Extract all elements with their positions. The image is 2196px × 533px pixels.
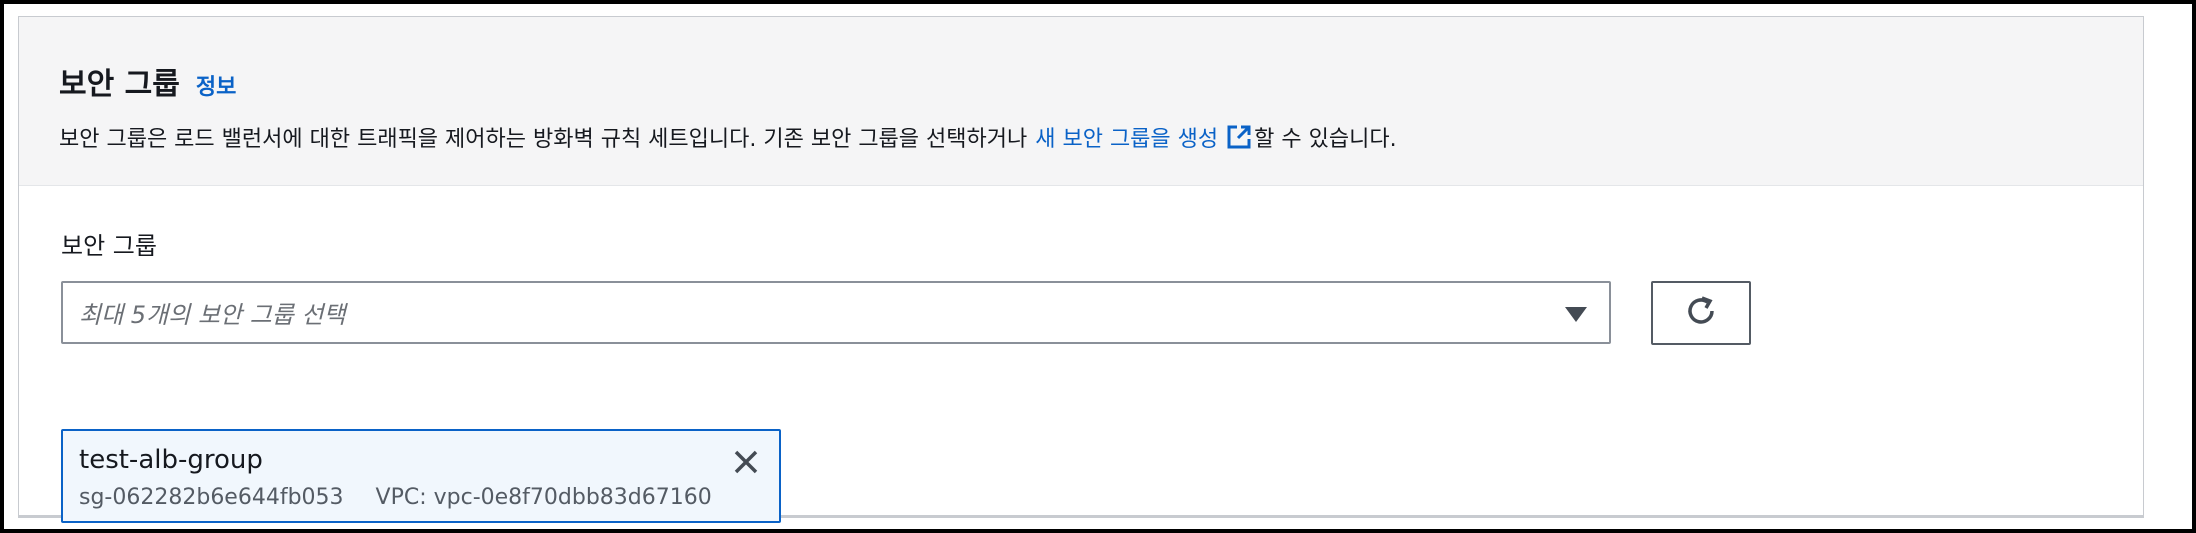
security-group-select[interactable]: 최대 5개의 보안 그룹 선택 (61, 281, 1611, 344)
panel-header: 보안 그룹 정보 보안 그룹은 로드 밸런서에 대한 트래픽을 제어하는 방화벽… (19, 17, 2143, 186)
refresh-icon (1683, 293, 1719, 333)
section-title: 보안 그룹 (59, 67, 180, 102)
section-description: 보안 그룹은 로드 밸런서에 대한 트래픽을 제어하는 방화벽 규칙 세트입니다… (59, 121, 2143, 153)
token-vpc-id: VPC: vpc-0e8f70dbb83d67160 (375, 485, 712, 510)
select-placeholder: 최대 5개의 보안 그룹 선택 (79, 301, 346, 329)
close-icon[interactable] (729, 445, 763, 479)
info-link[interactable]: 정보 (196, 69, 236, 101)
title-row: 보안 그룹 정보 (59, 59, 2143, 103)
description-text: 보안 그룹은 로드 밸런서에 대한 트래픽을 제어하는 방화벽 규칙 세트입니다… (59, 127, 1028, 152)
panel-content: 보안 그룹 최대 5개의 보안 그룹 선택 test-alb-group sg-… (19, 186, 2143, 523)
select-row: 최대 5개의 보안 그룹 선택 (61, 281, 1751, 345)
token-meta: sg-062282b6e644fb053 VPC: vpc-0e8f70dbb8… (79, 485, 779, 510)
token-group-id: sg-062282b6e644fb053 (79, 485, 344, 510)
refresh-button[interactable] (1651, 281, 1751, 345)
security-group-panel: 보안 그룹 정보 보안 그룹은 로드 밸런서에 대한 트래픽을 제어하는 방화벽… (18, 16, 2144, 523)
token-group-name: test-alb-group (79, 445, 263, 475)
window-frame: 보안 그룹 정보 보안 그룹은 로드 밸런서에 대한 트래픽을 제어하는 방화벽… (0, 0, 2196, 533)
security-group-field-label: 보안 그룹 (61, 232, 157, 260)
create-security-group-link[interactable]: 새 보안 그룹을 생성 (1035, 121, 1218, 153)
external-link-icon[interactable] (1226, 124, 1252, 150)
selected-security-group-token: test-alb-group sg-062282b6e644fb053 VPC:… (61, 429, 781, 523)
caret-down-icon (1565, 307, 1587, 322)
description-suffix: 할 수 있습니다. (1254, 127, 1397, 152)
